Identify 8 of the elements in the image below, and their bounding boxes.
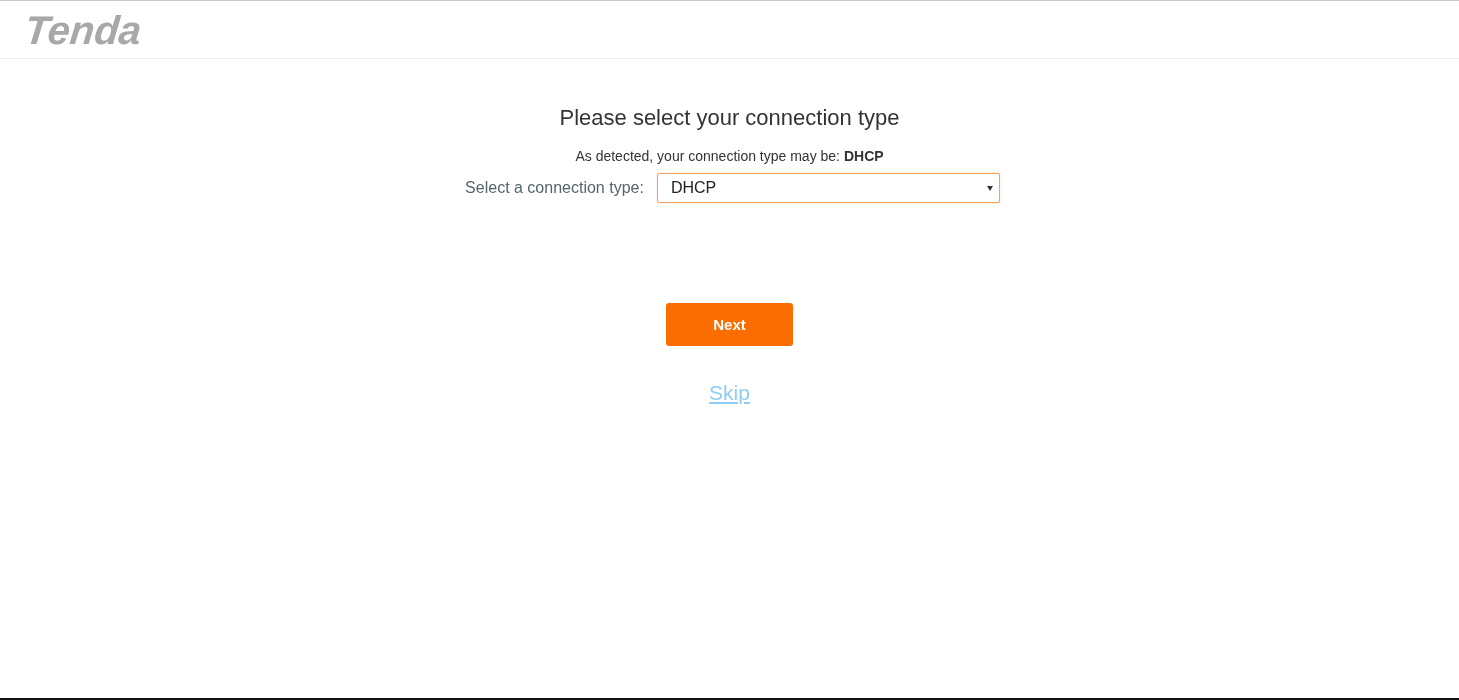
detected-type-text: As detected, your connection type may be: DHCP [575, 147, 884, 165]
page-title: Please select your connection type [559, 104, 900, 132]
logo: Tenda [22, 9, 144, 50]
skip-link[interactable]: Skip [709, 380, 750, 406]
next-button[interactable]: Next [666, 303, 793, 346]
connection-type-select[interactable]: DHCP [656, 173, 1000, 203]
connection-type-label: Select a connection type: [465, 178, 644, 198]
caret-icon [986, 185, 993, 191]
